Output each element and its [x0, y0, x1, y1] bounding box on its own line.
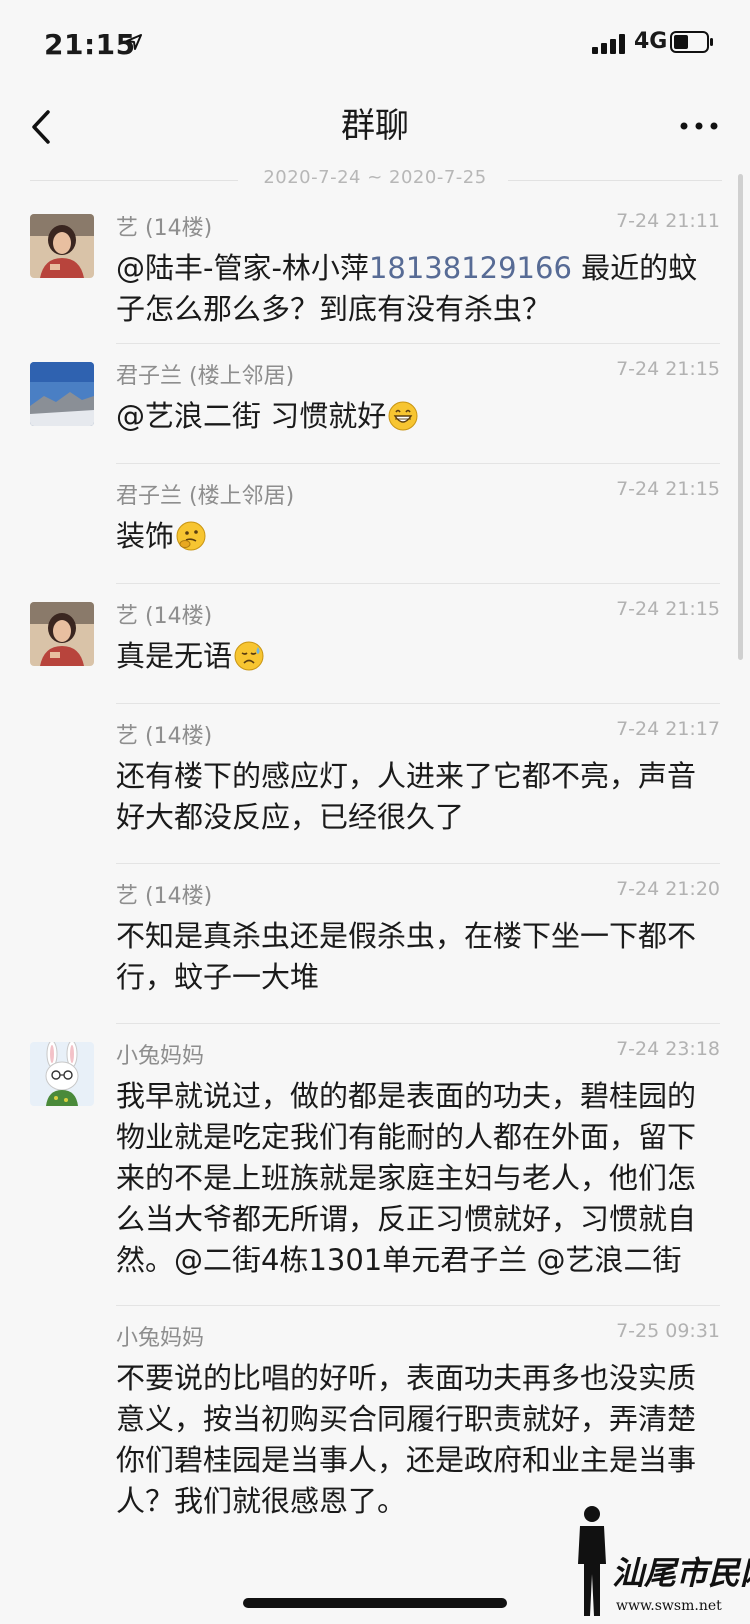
- divider: [508, 180, 722, 181]
- message-text: @陆丰-管家-林小萍18138129166 最近的蚊子怎么那么多？到底有没有杀虫…: [116, 248, 716, 330]
- message-text: 不要说的比唱的好听，表面功夫再多也没实质意义，按当初购买合同履行职责就好，弄清楚…: [116, 1361, 697, 1518]
- message-text: @艺浪二街 习惯就好: [116, 396, 716, 437]
- avatar[interactable]: [30, 362, 94, 426]
- watermark-logo: 汕尾市民网 www.swsm.net: [572, 1504, 750, 1620]
- avatar[interactable]: [30, 214, 94, 278]
- message-text-body: @艺浪二街 习惯就好: [116, 399, 387, 433]
- watermark-url: www.swsm.net: [616, 1598, 722, 1614]
- sender-name: 君子兰 (楼上邻居): [116, 364, 295, 389]
- status-time: 21:15: [44, 28, 136, 61]
- sender-name: 艺 (14楼): [116, 724, 213, 749]
- network-type: 4G: [634, 29, 668, 54]
- woman-photo-avatar: [30, 214, 94, 278]
- message-text: 不知是真杀虫还是假杀虫，在楼下坐一下都不行，蚊子一大堆: [116, 919, 697, 994]
- sender-name: 小兔妈妈: [116, 1044, 205, 1069]
- chat-message: 小兔妈妈 7-24 23:18 我早就说过，做的都是表面的功夫，碧桂园的物业就是…: [0, 1024, 750, 1306]
- more-icon: [680, 122, 718, 130]
- date-range-label: 2020-7-24 ~ 2020-7-25: [263, 167, 487, 188]
- person-silhouette-icon: [578, 1506, 606, 1616]
- message-text: 装饰: [116, 516, 716, 557]
- message-time: 7-24 21:15: [616, 598, 720, 620]
- chat-message: 艺 (14楼) 7-24 21:17 还有楼下的感应灯，人进来了它都不亮，声音好…: [0, 704, 750, 864]
- sender-name: 艺 (14楼): [116, 604, 213, 629]
- page-title: 群聊: [341, 106, 409, 146]
- status-bar: 21:15 4G: [0, 0, 750, 90]
- message-time: 7-24 21:15: [616, 478, 720, 500]
- chat-message: 艺 (14楼) 7-24 21:15 真是无语: [0, 584, 750, 704]
- more-button[interactable]: [672, 104, 726, 148]
- sender-name: 小兔妈妈: [116, 1326, 205, 1351]
- chat-message: 君子兰 (楼上邻居) 7-24 21:15 装饰: [0, 464, 750, 584]
- grinning-face-emoji-icon: [388, 401, 418, 431]
- watermark-text: 汕尾市民网: [612, 1554, 750, 1592]
- sender-name: 艺 (14楼): [116, 216, 213, 241]
- message-time: 7-25 09:31: [616, 1320, 720, 1342]
- message-time: 7-24 21:11: [616, 210, 720, 232]
- message-time: 7-24 21:17: [616, 718, 720, 740]
- avatar[interactable]: [30, 602, 94, 666]
- sender-name: 艺 (14楼): [116, 884, 213, 909]
- message-text: 真是无语: [116, 636, 716, 677]
- sad-sweat-face-emoji-icon: [234, 641, 264, 671]
- message-time: 7-24 23:18: [616, 1038, 720, 1060]
- landscape-photo-avatar: [30, 362, 94, 426]
- date-range-header: 2020-7-24 ~ 2020-7-25: [0, 164, 750, 196]
- sender-name: 君子兰 (楼上邻居): [116, 484, 295, 509]
- chat-message: 君子兰 (楼上邻居) 7-24 21:15 @艺浪二街 习惯就好: [0, 344, 750, 464]
- signal-icon: [592, 34, 625, 54]
- message-text: 我早就说过，做的都是表面的功夫，碧桂园的物业就是吃定我们有能耐的人都在外面，留下…: [116, 1079, 697, 1277]
- phone-link[interactable]: 18138129166: [369, 251, 572, 285]
- home-indicator[interactable]: [243, 1598, 507, 1608]
- thinking-face-emoji-icon: [176, 521, 206, 551]
- message-text-body: 真是无语: [116, 639, 233, 673]
- woman-photo-avatar: [30, 602, 94, 666]
- chat-message: 艺 (14楼) 7-24 21:20 不知是真杀虫还是假杀虫，在楼下坐一下都不行…: [0, 864, 750, 1024]
- nav-bar: 群聊: [0, 90, 750, 168]
- message-time: 7-24 21:20: [616, 878, 720, 900]
- message-text: 还有楼下的感应灯，人进来了它都不亮，声音好大都没反应，已经很久了: [116, 759, 697, 834]
- battery-icon: [670, 31, 713, 53]
- bunny-cartoon-avatar: [30, 1042, 94, 1106]
- avatar[interactable]: [30, 1042, 94, 1106]
- message-text-body: 装饰: [116, 519, 175, 553]
- mention-text[interactable]: @陆丰-管家-林小萍: [116, 251, 369, 285]
- message-time: 7-24 21:15: [616, 358, 720, 380]
- location-arrow-icon: [126, 34, 142, 50]
- chat-message: 艺 (14楼) 7-24 21:11 @陆丰-管家-林小萍18138129166…: [0, 196, 750, 344]
